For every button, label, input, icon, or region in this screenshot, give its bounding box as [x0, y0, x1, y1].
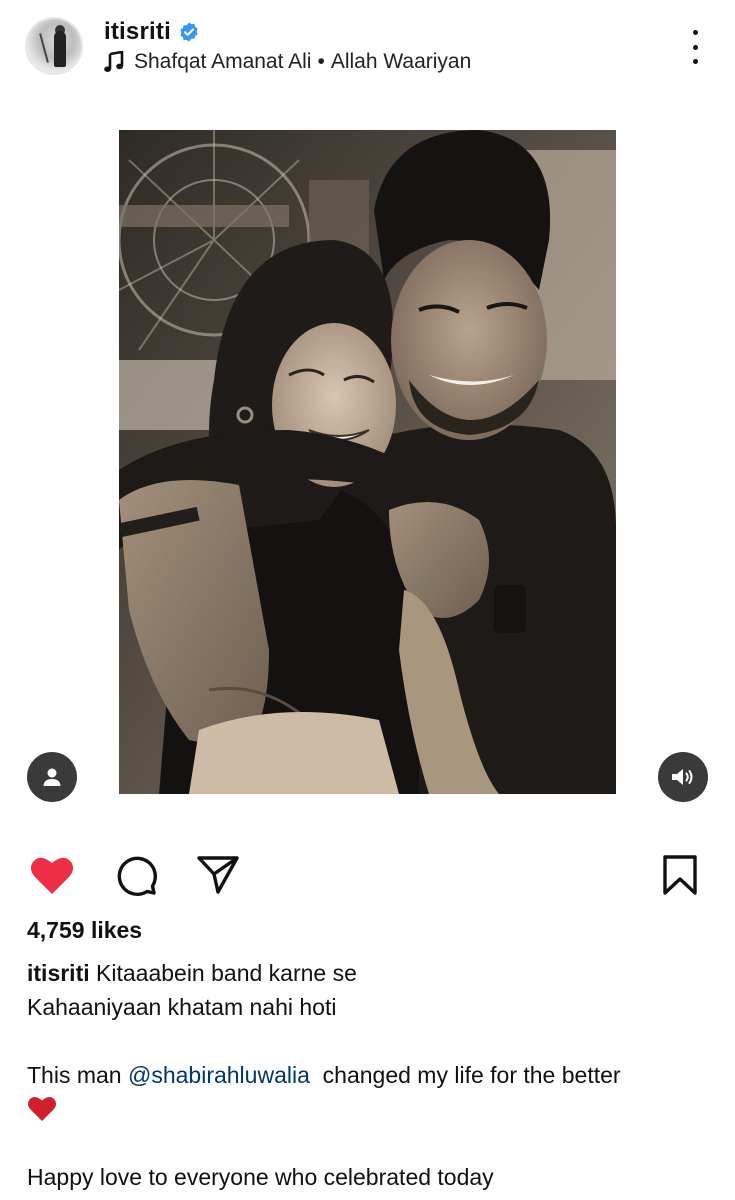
verified-badge-icon [180, 22, 198, 42]
avatar-figure-body [54, 31, 66, 67]
save-button[interactable] [656, 851, 704, 899]
more-dot [692, 44, 698, 50]
caption-text-3b: changed my life for the better [322, 1062, 621, 1088]
red-heart-emoji-icon [27, 1092, 717, 1126]
heart-emoji-shape [27, 1096, 57, 1121]
bookmark-icon [663, 855, 697, 895]
audio-row[interactable]: Shafqat Amanat Ali • Allah Waariyan [104, 50, 471, 74]
username[interactable]: itisriti [104, 18, 171, 46]
sound-icon[interactable] [658, 752, 708, 802]
audio-artist: Shafqat Amanat Ali [134, 50, 312, 73]
caption-line-1: itisriti Kitaaabein band karne se [27, 956, 717, 990]
more-dot [692, 59, 698, 64]
caption-text-3a: This man [27, 1062, 122, 1088]
caption-text-1: Kitaaabein band karne se [96, 960, 357, 986]
post-actions [0, 845, 735, 905]
comment-button[interactable] [112, 851, 160, 899]
post-caption: itisriti Kitaaabein band karne se Kahaan… [27, 956, 717, 1194]
tagged-people-icon[interactable] [27, 752, 77, 802]
audio-separator: • [317, 50, 325, 73]
mention-link[interactable]: @shabirahluwalia [128, 1062, 310, 1088]
music-note-icon [104, 51, 124, 72]
photo-illustration [119, 130, 616, 794]
share-button[interactable] [194, 851, 242, 899]
likes-count[interactable]: 4,759 likes [27, 917, 142, 944]
post-media[interactable] [0, 100, 735, 830]
person-icon [43, 768, 61, 786]
comment-icon [117, 856, 158, 897]
more-options-icon[interactable] [685, 30, 705, 64]
caption-line-3: This man @shabirahluwalia changed my lif… [27, 1058, 717, 1092]
like-button[interactable] [28, 851, 76, 899]
caption-text-5: Happy love to everyone who celebrated to… [27, 1164, 494, 1190]
post-photo[interactable] [119, 130, 616, 794]
profile-avatar[interactable] [25, 17, 83, 75]
username-row: itisriti [104, 18, 200, 46]
avatar-microphone-stand [39, 33, 49, 63]
heart-filled-icon [30, 857, 74, 894]
more-dot [692, 30, 698, 35]
caption-text-2: Kahaaniyaan khatam nahi hoti [27, 994, 337, 1020]
caption-username[interactable]: itisriti [27, 960, 90, 986]
speaker-icon [672, 769, 693, 785]
share-paper-plane-icon [197, 856, 239, 894]
post-header: itisriti Shafqat Amanat Ali • Allah Waar… [0, 0, 735, 100]
audio-song: Allah Waariyan [330, 50, 472, 73]
